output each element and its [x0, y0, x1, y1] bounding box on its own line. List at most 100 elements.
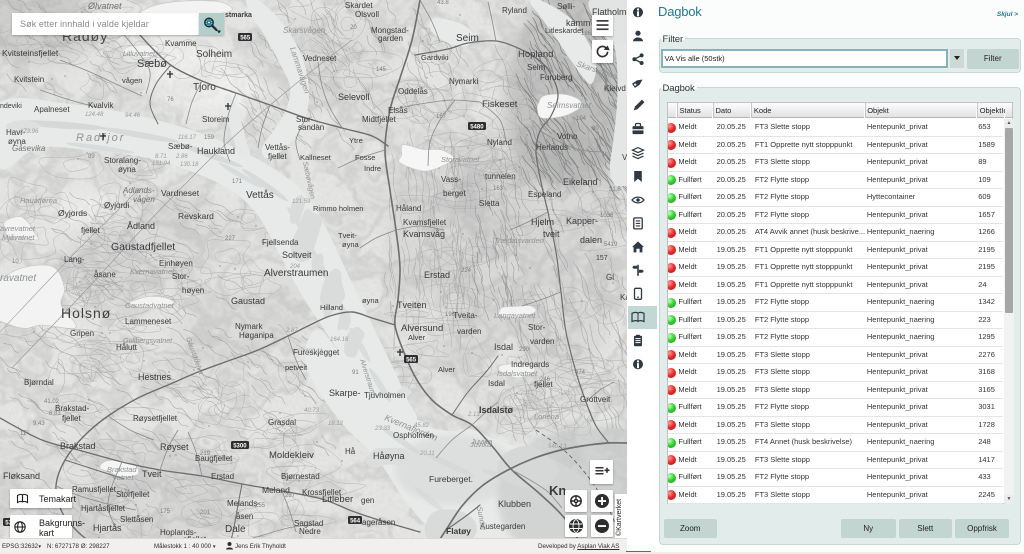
svg-text:121.59: 121.59 [292, 199, 311, 205]
svg-text:Ka: Ka [620, 293, 627, 302]
svg-text:Vettås: Vettås [246, 189, 274, 201]
svg-text:Tveit-: Tveit- [338, 231, 357, 240]
svg-text:Vardneset: Vardneset [161, 188, 200, 198]
svg-text:Hjartåsfjellet: Hjartåsfjellet [81, 504, 126, 513]
svg-text:Tjoro: Tjoro [193, 82, 216, 93]
svg-text:Kvitstein: Kvitstein [14, 75, 44, 84]
svg-text:2.13: 2.13 [467, 412, 480, 418]
svg-text:Gl: Gl [606, 273, 614, 282]
svg-text:Røysetfjellet: Røysetfjellet [133, 414, 178, 423]
svg-text:Haukland: Haukland [197, 146, 235, 156]
svg-text:Brakstad: Brakstad [60, 441, 96, 451]
svg-text:89: 89 [88, 154, 95, 160]
svg-text:174: 174 [120, 490, 131, 496]
svg-text:Vass-: Vass- [441, 175, 461, 184]
svg-text:130.18: 130.18 [180, 162, 199, 168]
svg-text:vågen: vågen [133, 195, 155, 204]
svg-text:76: 76 [167, 97, 174, 103]
svg-text:8.71: 8.71 [155, 154, 167, 160]
svg-text:ageråsen: ageråsen [362, 518, 395, 527]
svg-text:30: 30 [592, 126, 599, 132]
svg-text:Espeland: Espeland [528, 190, 561, 199]
svg-text:Holsnø: Holsnø [61, 305, 111, 321]
svg-text:Hauatjørna: Hauatjørna [20, 196, 57, 205]
svg-text:Gaustadvatnet: Gaustadvatnet [125, 301, 175, 310]
svg-text:Lonena: Lonena [534, 412, 559, 421]
svg-text:Flatøy: Flatøy [446, 526, 471, 536]
svg-text:Stor-: Stor- [528, 323, 546, 332]
svg-text:varden: varden [530, 337, 554, 346]
svg-text:Sæbø-: Sæbø- [168, 142, 193, 151]
svg-text:124.48: 124.48 [85, 112, 104, 118]
svg-text:11: 11 [20, 431, 27, 437]
svg-text:Storeim: Storeim [202, 115, 230, 124]
svg-text:45.82: 45.82 [414, 423, 430, 429]
svg-text:sandan: sandan [298, 123, 324, 132]
svg-text:157: 157 [596, 255, 608, 262]
svg-text:2.87: 2.87 [285, 328, 298, 334]
svg-text:Fjellsenda: Fjellsenda [262, 238, 299, 247]
svg-text:gen: gen [361, 496, 374, 505]
svg-text:163: 163 [493, 186, 504, 192]
svg-text:Adlands-: Adlands- [122, 186, 155, 195]
svg-text:196: 196 [445, 312, 456, 318]
svg-text:Grottveit: Grottveit [580, 395, 611, 404]
svg-text:Skardet: Skardet [345, 1, 373, 10]
svg-text:Tveiten: Tveiten [397, 300, 427, 310]
svg-text:Øyjordi: Øyjordi [104, 201, 130, 210]
svg-text:Juvika: Juvika [469, 440, 491, 449]
svg-text:Bjørnestad: Bjørnestad [281, 472, 320, 481]
svg-text:Gåsevika: Gåsevika [12, 144, 46, 153]
svg-text:Herlands: Herlands [536, 143, 568, 152]
svg-text:43.8: 43.8 [437, 0, 449, 6]
svg-text:Ramusfjellet: Ramusfjellet [72, 485, 117, 494]
svg-text:Alver: Alver [408, 333, 426, 342]
svg-text:Revskard: Revskard [178, 211, 214, 221]
svg-text:Olsvoll: Olsvoll [355, 10, 379, 19]
svg-text:fjellet: fjellet [81, 226, 100, 235]
svg-text:23.33: 23.33 [374, 426, 391, 432]
svg-text:varden: varden [457, 327, 481, 336]
svg-text:Ytre: Ytre [349, 136, 363, 145]
svg-text:Rimmo holmen: Rimmo holmen [313, 204, 363, 213]
svg-text:Vettås-: Vettås- [265, 143, 290, 152]
svg-text:vågen: vågen [122, 76, 142, 85]
svg-text:540.13: 540.13 [548, 444, 567, 450]
svg-text:berget: berget [443, 189, 466, 198]
svg-text:Apalneset: Apalneset [34, 105, 70, 114]
svg-text:167: 167 [436, 114, 447, 120]
svg-text:104: 104 [576, 116, 587, 122]
svg-text:5419: 5419 [604, 242, 618, 248]
svg-text:Kapper-: Kapper- [566, 216, 598, 226]
svg-text:171: 171 [232, 179, 243, 185]
svg-text:20: 20 [350, 25, 357, 31]
svg-text:40.73: 40.73 [304, 408, 320, 414]
svg-text:5480: 5480 [470, 124, 484, 130]
svg-text:Lammeneset: Lammeneset [125, 317, 172, 326]
svg-text:Hopland: Hopland [518, 49, 553, 60]
svg-text:200.11: 200.11 [304, 349, 323, 355]
svg-text:Slettåsen: Slettåsen [120, 515, 153, 524]
svg-text:Votno: Votno [557, 132, 578, 141]
svg-text:Ådland: Ådland [127, 221, 155, 231]
svg-text:tveit: tveit [543, 229, 560, 239]
svg-text:Einhøyen: Einhøyen [159, 259, 193, 268]
svg-text:Kvamme: Kvamme [165, 39, 197, 48]
svg-text:20.11: 20.11 [419, 451, 435, 457]
svg-text:Indre: Indre [364, 164, 381, 173]
svg-text:vatnet: vatnet [113, 473, 134, 482]
svg-text:øyna: øyna [118, 165, 136, 174]
svg-text:Alver: Alver [438, 365, 456, 374]
svg-text:Isdalstø: Isdalstø [479, 405, 514, 415]
svg-text:175: 175 [160, 509, 171, 515]
svg-text:Ryland: Ryland [502, 6, 527, 15]
svg-text:204: 204 [289, 264, 301, 270]
svg-text:151.94: 151.94 [152, 161, 171, 167]
svg-text:Kn: Kn [549, 483, 566, 498]
svg-text:164.16: 164.16 [330, 337, 349, 343]
svg-text:Gripen: Gripen [70, 329, 94, 338]
svg-text:287: 287 [285, 493, 296, 499]
svg-text:Gaustad: Gaustad [231, 296, 265, 306]
svg-text:Ospholmen: Ospholmen [393, 431, 434, 440]
svg-text:290: 290 [519, 347, 530, 353]
